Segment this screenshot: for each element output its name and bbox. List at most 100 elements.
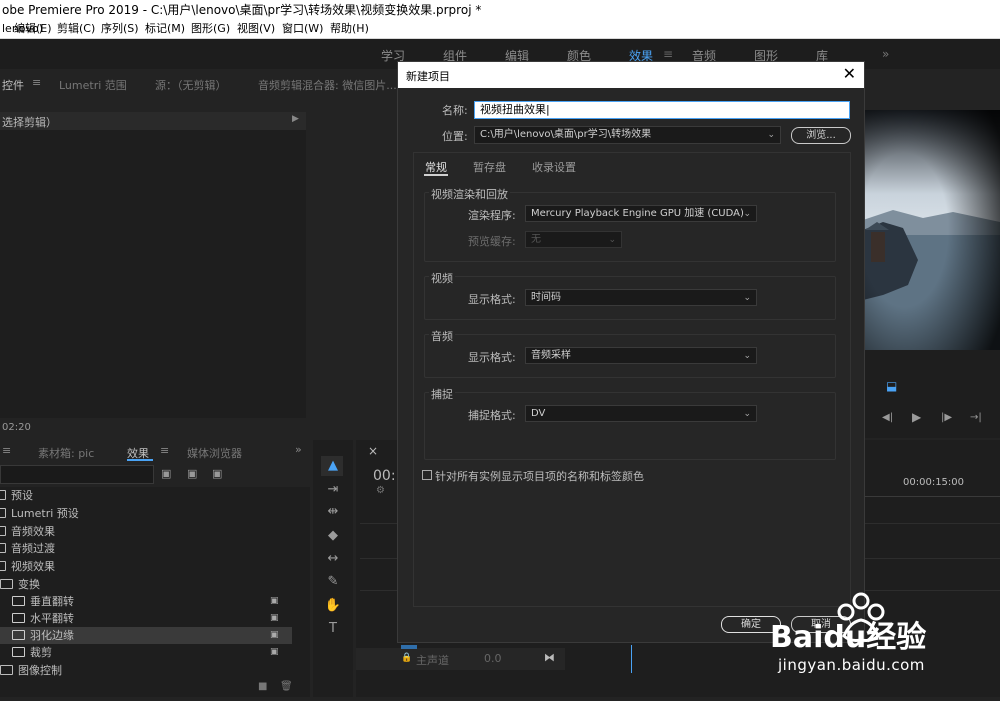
selection-tool-icon[interactable]: ▲ xyxy=(324,457,342,475)
tree-item-audio-effects[interactable]: 音频效果 xyxy=(0,523,292,540)
ripple-edit-icon[interactable]: ⇹ xyxy=(324,503,342,521)
tab-audio-clip-mixer[interactable]: 音频剪辑混合器: 微信图片... xyxy=(258,77,397,93)
tab-bin-pic[interactable]: 素材箱: pic xyxy=(38,445,94,461)
play-icon[interactable]: ▶ xyxy=(912,410,921,424)
show-names-checkbox[interactable] xyxy=(422,470,432,480)
browse-button[interactable]: 浏览... xyxy=(791,127,851,144)
lock-icon[interactable]: 🔒 xyxy=(401,653,412,663)
playhead-marker-icon[interactable]: ⬓ xyxy=(886,379,897,393)
tree-item-label: Lumetri 预设 xyxy=(11,507,79,520)
accelerated-effects-icon[interactable]: ▣ xyxy=(161,467,171,480)
tree-item-feather-edges[interactable]: 羽化边缘 ▣ xyxy=(0,627,292,644)
accelerated-badge-icon: ▣ xyxy=(270,647,279,657)
close-icon[interactable]: ✕ xyxy=(843,64,856,83)
location-value: C:\用户\lenovo\桌面\pr学习\转场效果 xyxy=(480,129,652,140)
delete-icon[interactable]: 🗑 xyxy=(280,681,293,692)
effect-icon xyxy=(12,596,25,606)
go-to-out-icon[interactable]: →| xyxy=(970,412,982,423)
32bit-effects-icon[interactable]: ▣ xyxy=(187,467,197,480)
tab-media-browser[interactable]: 媒体浏览器 xyxy=(187,445,242,461)
audio-display-format-label: 显示格式: xyxy=(468,351,516,364)
dialog-title: 新建项目 xyxy=(406,70,450,83)
program-video-preview xyxy=(863,110,1000,350)
chevron-down-icon: ⌄ xyxy=(767,130,775,140)
tree-item-label: 裁剪 xyxy=(30,646,52,659)
menu-clip[interactable]: 剪辑(C) xyxy=(57,20,95,38)
yuv-effects-icon[interactable]: ▣ xyxy=(212,467,222,480)
capture-format-select[interactable]: DV ⌄ xyxy=(525,405,757,422)
tab-general[interactable]: 常规 xyxy=(425,159,447,175)
effects-search-input[interactable] xyxy=(0,465,154,484)
menu-help[interactable]: 帮助(H) xyxy=(330,20,369,38)
tab-menu-icon[interactable]: ≡ xyxy=(2,444,11,457)
capture-format-label: 捕捉格式: xyxy=(468,409,516,422)
tree-item-lumetri-presets[interactable]: Lumetri 预设 xyxy=(0,505,292,522)
step-forward-icon[interactable]: |▶ xyxy=(941,412,952,423)
new-bin-icon[interactable]: ■ xyxy=(258,681,267,692)
tree-item-vertical-flip[interactable]: 垂直翻转 ▣ xyxy=(0,593,292,610)
source-timecode: 02:20 xyxy=(2,422,31,433)
no-clip-selected-label: 选择剪辑） xyxy=(2,116,57,129)
tree-item-horizontal-flip[interactable]: 水平翻转 ▣ xyxy=(0,610,292,627)
tab-scratch-disks[interactable]: 暂存盘 xyxy=(473,159,506,175)
tree-item-transform[interactable]: 变换 xyxy=(0,576,292,593)
baidu-brand-text: Baidu经验 xyxy=(770,620,927,655)
renderer-value: Mercury Playback Engine GPU 加速 (CUDA) xyxy=(531,208,744,219)
effect-icon xyxy=(12,630,25,640)
type-icon[interactable]: T xyxy=(324,620,342,638)
workspace-menu-icon[interactable]: ≡ xyxy=(663,47,673,61)
tab-ingest-settings[interactable]: 收录设置 xyxy=(532,159,576,175)
tree-item-label: 图像控制 xyxy=(18,664,62,677)
audio-display-format-select[interactable]: 音频采样 ⌄ xyxy=(525,347,757,364)
tab-effect-controls[interactable]: 控件 xyxy=(2,77,24,93)
location-label: 位置: xyxy=(442,130,468,143)
text-cursor: | xyxy=(546,103,550,116)
chevron-down-icon: ⌄ xyxy=(743,209,751,219)
audio-keyframe-icon[interactable]: ⧓ xyxy=(544,651,555,664)
project-name-value: 视频扭曲效果 xyxy=(480,103,546,116)
effect-icon xyxy=(12,613,25,623)
menu-view[interactable]: 视图(V) xyxy=(237,20,275,38)
timeline-timecode: 00: xyxy=(373,468,396,484)
menu-graphics[interactable]: 图形(G) xyxy=(191,20,230,38)
snap-icon[interactable]: ⚙ xyxy=(376,485,385,496)
tab-lumetri-scopes[interactable]: Lumetri 范围 xyxy=(59,77,127,93)
tree-item-label: 音频过渡 xyxy=(11,542,55,555)
tab-menu-icon[interactable]: ≡ xyxy=(160,444,169,457)
tree-item-image-control[interactable]: 图像控制 xyxy=(0,662,292,679)
ruler-timecode: 00:00:15:00 xyxy=(903,477,965,488)
active-tab-underline xyxy=(127,459,153,461)
razor-icon[interactable]: ◆ xyxy=(324,527,342,545)
renderer-select[interactable]: Mercury Playback Engine GPU 加速 (CUDA) ⌄ xyxy=(525,205,757,222)
tree-item-crop[interactable]: 裁剪 ▣ xyxy=(0,644,292,661)
track-select-icon[interactable]: ⇥ xyxy=(324,481,342,499)
program-transport-area: ⬓ ◀| ▶ |▶ →| xyxy=(863,350,1000,438)
menu-edit[interactable]: 编辑(E) xyxy=(14,20,52,38)
location-select[interactable]: C:\用户\lenovo\桌面\pr学习\转场效果 ⌄ xyxy=(474,126,781,144)
menu-marker[interactable]: 标记(M) xyxy=(145,20,185,38)
window-title: obe Premiere Pro 2019 - C:\用户\lenovo\桌面\… xyxy=(2,3,482,17)
pen-icon[interactable]: ✎ xyxy=(324,573,342,591)
tab-menu-icon[interactable]: ≡ xyxy=(32,76,41,89)
slip-icon[interactable]: ↔ xyxy=(324,550,342,568)
tree-item-presets[interactable]: 预设 xyxy=(0,487,292,504)
tree-item-video-effects[interactable]: 视频效果 xyxy=(0,558,292,575)
folder-icon xyxy=(0,665,13,675)
tab-source[interactable]: 源：（无剪辑） xyxy=(155,77,227,93)
preview-cache-value: 无 xyxy=(531,234,541,245)
preview-cache-select: 无 ⌄ xyxy=(525,231,622,248)
menu-window[interactable]: 窗口(W) xyxy=(282,20,323,38)
video-section-header: 视频 xyxy=(429,270,455,286)
step-back-icon[interactable]: ◀| xyxy=(882,412,893,423)
menu-sequence[interactable]: 序列(S) xyxy=(101,20,139,38)
panel-overflow-icon[interactable]: » xyxy=(295,443,302,456)
tree-item-audio-transitions[interactable]: 音频过渡 xyxy=(0,540,292,557)
project-name-field[interactable]: 视频扭曲效果| xyxy=(474,101,850,119)
workspace-overflow-icon[interactable]: » xyxy=(882,47,889,61)
expand-arrow-icon[interactable]: ▶ xyxy=(292,114,299,124)
timeline-tab-close-icon[interactable]: × xyxy=(368,444,378,458)
video-display-format-select[interactable]: 时间码 ⌄ xyxy=(525,289,757,306)
hand-icon[interactable]: ✋ xyxy=(324,597,342,615)
folder-open-icon xyxy=(0,579,13,589)
program-panel-tabs xyxy=(863,72,1000,92)
